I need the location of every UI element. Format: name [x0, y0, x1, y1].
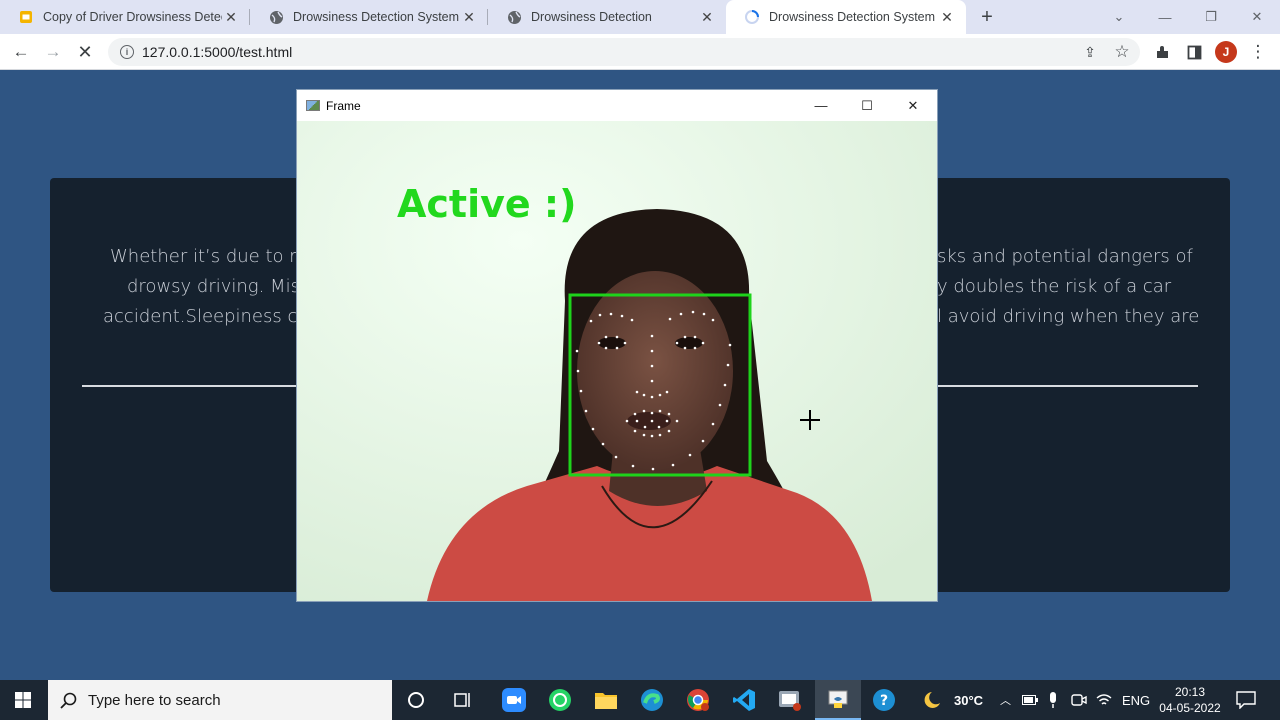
avatar[interactable]: J [1215, 41, 1237, 63]
browser-toolbar: ← → ✕ i 127.0.0.1:5000/test.html ⇪ ☆ ⋮ [0, 34, 1280, 70]
file-explorer-icon[interactable] [583, 680, 629, 720]
chrome-icon[interactable] [675, 680, 721, 720]
show-hidden-icons-chevron-icon[interactable]: ︿ [1000, 680, 1011, 720]
side-panel-icon[interactable] [1182, 40, 1206, 64]
url-text: 127.0.0.1:5000/test.html [142, 44, 293, 60]
camera-feed [297, 121, 937, 601]
paragraph-right-line: y doubles the risk of a car [937, 276, 1172, 297]
browser-tab[interactable]: Drowsiness Detection System ✕ [250, 0, 488, 34]
frame-maximize-button[interactable]: ☐ [844, 90, 890, 121]
paragraph-left-line: drowsy driving. Miss [127, 276, 310, 297]
clock-time: 20:13 [1174, 685, 1206, 699]
tab-title: Copy of Driver Drowsiness Detec [43, 10, 222, 24]
cortana-icon[interactable] [393, 680, 439, 720]
browser-tab-strip: Copy of Driver Drowsiness Detec ✕ Drowsi… [0, 0, 1280, 34]
paragraph-right-line: l avoid driving when they are [937, 306, 1200, 327]
site-info-icon[interactable]: i [120, 45, 134, 59]
windows-taskbar: Type here to search ? 30°C ︿ ENG 20:13 0… [0, 680, 1280, 720]
paragraph-right-line: sks and potential dangers of [937, 246, 1193, 267]
drowsiness-status-text: Active :) [397, 182, 577, 226]
windows-start-icon[interactable] [0, 680, 46, 720]
tab-title: Drowsiness Detection System [293, 10, 460, 24]
bookmark-star-icon[interactable]: ☆ [1110, 40, 1134, 64]
slides-icon [18, 9, 34, 25]
help-app-icon[interactable]: ? [861, 680, 907, 720]
search-placeholder: Type here to search [88, 691, 221, 709]
chrome-profile-icon[interactable] [767, 680, 813, 720]
extensions-icon[interactable] [1150, 40, 1174, 64]
close-tab-icon[interactable]: ✕ [698, 8, 716, 26]
close-window-button[interactable]: ✕ [1234, 0, 1280, 34]
paragraph-left-line: accident.Sleepiness can [103, 306, 320, 327]
browser-tab[interactable]: Copy of Driver Drowsiness Detec ✕ [0, 0, 250, 34]
close-tab-icon[interactable]: ✕ [222, 8, 240, 26]
crosshair-cursor-icon [800, 410, 820, 430]
divider-line [935, 385, 1198, 387]
globe-icon [506, 9, 522, 25]
frame-window[interactable]: Frame — ☐ ✕ Active:) [297, 90, 937, 601]
camera-in-use-icon[interactable] [1071, 680, 1087, 720]
language-indicator[interactable]: ENG [1122, 680, 1150, 720]
stop-loading-icon[interactable]: ✕ [73, 40, 97, 64]
frame-app-icon [306, 100, 320, 111]
menu-kebab-icon[interactable]: ⋮ [1246, 40, 1270, 64]
weather-moon-icon [924, 692, 940, 708]
browser-tab[interactable]: Drowsiness Detection ✕ [488, 0, 726, 34]
wifi-icon[interactable] [1096, 680, 1112, 720]
back-arrow-icon[interactable]: ← [9, 40, 33, 64]
frame-minimize-button[interactable]: — [798, 90, 844, 121]
task-view-icon[interactable] [440, 680, 486, 720]
share-icon[interactable]: ⇪ [1078, 40, 1102, 64]
forward-arrow-icon[interactable]: → [41, 40, 65, 64]
frame-close-button[interactable]: ✕ [890, 90, 936, 121]
close-tab-icon[interactable]: ✕ [460, 8, 478, 26]
tab-title: Drowsiness Detection [531, 10, 652, 24]
svg-text:?: ? [880, 693, 888, 709]
vscode-icon[interactable] [721, 680, 767, 720]
whatsapp-icon[interactable] [537, 680, 583, 720]
new-tab-button[interactable]: + [975, 5, 999, 29]
clock[interactable]: 20:13 04-05-2022 [1158, 680, 1222, 720]
browser-tab-active[interactable]: Drowsiness Detection System ✕ [726, 0, 966, 34]
tab-search-icon[interactable]: ⌄ [1096, 0, 1142, 34]
globe-icon [268, 9, 284, 25]
frame-title: Frame [326, 98, 361, 113]
divider-line [82, 385, 302, 387]
loading-spinner-icon [744, 9, 760, 25]
taskbar-search-box[interactable]: Type here to search [48, 680, 392, 720]
zoom-app-icon[interactable] [491, 680, 537, 720]
minimize-window-button[interactable]: — [1142, 0, 1188, 34]
address-bar[interactable]: i 127.0.0.1:5000/test.html [108, 38, 1140, 66]
edge-browser-icon[interactable] [629, 680, 675, 720]
clock-date: 04-05-2022 [1159, 701, 1221, 715]
microphone-icon[interactable] [1048, 680, 1058, 720]
close-tab-icon[interactable]: ✕ [938, 8, 956, 26]
restore-window-button[interactable]: ❐ [1188, 0, 1234, 34]
person-face [577, 271, 733, 471]
battery-icon[interactable] [1022, 680, 1038, 720]
weather-widget[interactable]: 30°C [920, 680, 983, 720]
python-frame-taskbar-icon[interactable] [815, 680, 861, 720]
tab-title: Drowsiness Detection System [769, 10, 936, 24]
weather-temperature: 30°C [954, 692, 984, 708]
notifications-icon[interactable] [1236, 680, 1256, 720]
search-icon [60, 692, 77, 709]
paragraph-left-line: Whether it’s due to me [110, 246, 318, 267]
